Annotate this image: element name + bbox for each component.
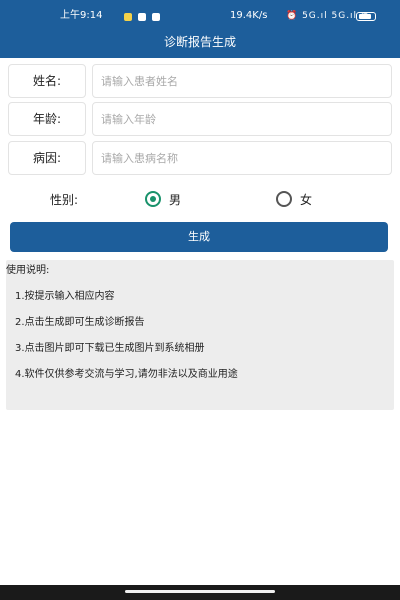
instruction-item: 4.软件仅供参考交流与学习,请勿非法以及商业用途	[15, 369, 238, 380]
status-time: 上午9:14	[60, 10, 103, 21]
notification-icon	[138, 13, 146, 21]
gender-female-label: 女	[300, 193, 313, 207]
generate-button[interactable]: 生成	[10, 222, 388, 252]
system-nav-bar	[0, 585, 400, 600]
instructions-panel: 使用说明: 1.按提示输入相应内容 2.点击生成即可生成诊断报告 3.点击图片即…	[6, 260, 394, 410]
gender-row: 性别: 男 女	[0, 188, 400, 212]
status-bar: 上午9:14 19.4K/s ⏰ 5G.ıl 5G.ıl ≋	[0, 8, 400, 24]
app-screen: 上午9:14 19.4K/s ⏰ 5G.ıl 5G.ıl ≋ 诊断报告生成 姓名…	[0, 0, 400, 600]
notification-icons	[124, 11, 166, 21]
notification-icon	[152, 13, 160, 21]
instruction-item: 1.按提示输入相应内容	[15, 291, 115, 302]
age-row: 年龄:	[8, 102, 392, 136]
gender-label: 性别:	[50, 193, 79, 207]
gender-male-label: 男	[169, 193, 182, 207]
name-input[interactable]	[92, 64, 392, 98]
cause-row: 病因:	[8, 141, 392, 175]
age-label: 年龄:	[8, 102, 86, 136]
top-bar: 上午9:14 19.4K/s ⏰ 5G.ıl 5G.ıl ≋ 诊断报告生成	[0, 0, 400, 58]
radio-unchecked-icon	[276, 191, 292, 207]
radio-checked-icon	[145, 191, 161, 207]
page-title: 诊断报告生成	[163, 35, 236, 49]
net-speed: 19.4K/s	[230, 10, 268, 21]
cause-label: 病因:	[8, 141, 86, 175]
instructions-title: 使用说明:	[6, 265, 50, 276]
age-input[interactable]	[92, 102, 392, 136]
instruction-item: 3.点击图片即可下载已生成图片到系统相册	[15, 343, 205, 354]
battery-icon	[356, 12, 376, 21]
home-gesture-handle[interactable]	[125, 590, 275, 593]
name-label: 姓名:	[8, 64, 86, 98]
name-row: 姓名:	[8, 64, 392, 98]
cause-input[interactable]	[92, 141, 392, 175]
notification-icon	[124, 13, 132, 21]
instruction-item: 2.点击生成即可生成诊断报告	[15, 317, 145, 328]
